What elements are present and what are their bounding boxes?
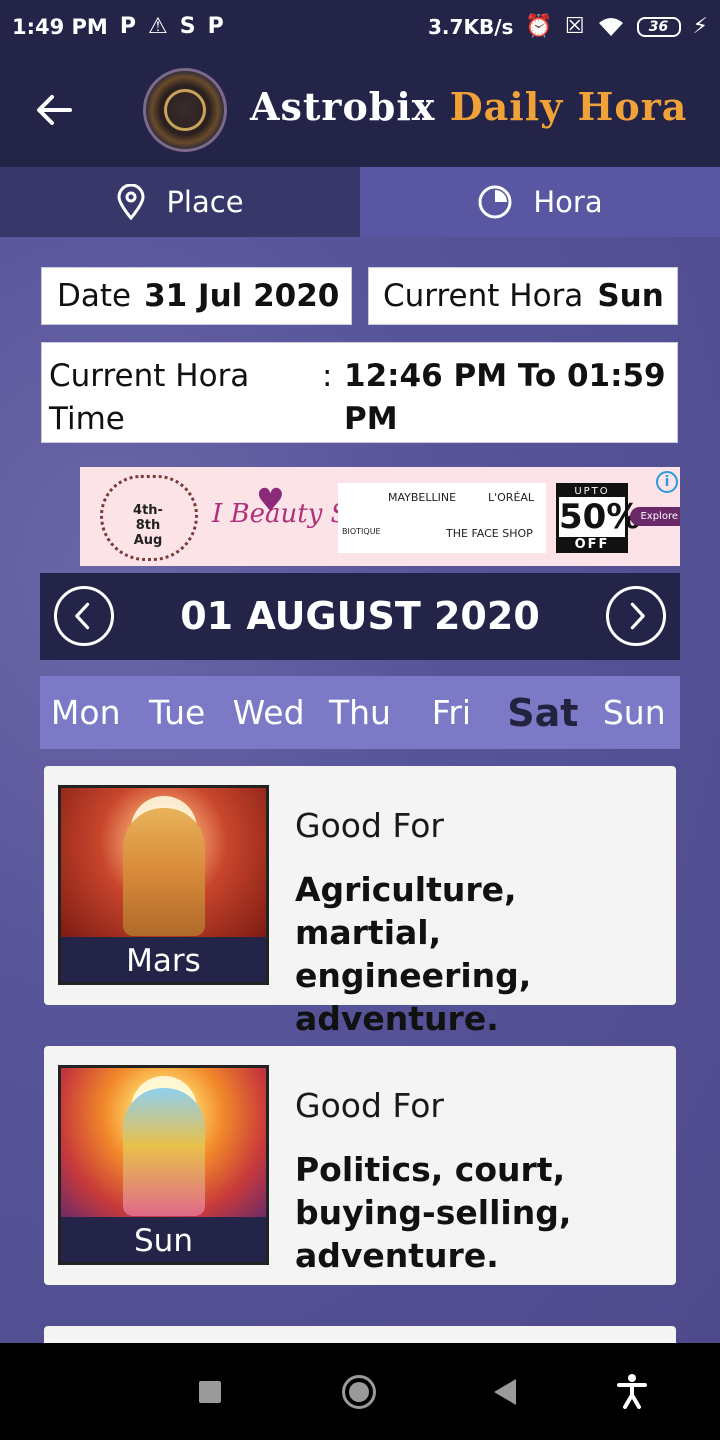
next-date-icon[interactable]: [606, 586, 666, 646]
sun-image: Sun: [58, 1065, 269, 1265]
charging-icon: ⚡: [692, 14, 708, 39]
tab-hora[interactable]: Hora: [360, 167, 720, 237]
planet-name: Sun: [61, 1217, 266, 1262]
good-for-description: Agriculture, martial, engineering, adven…: [295, 870, 532, 1038]
weekday-wed[interactable]: Wed: [223, 693, 314, 732]
current-hora-time-box: Current Hora Time : 12:46 PM To 01:59 PM: [41, 342, 678, 443]
status-bar: 1:49 PM P ⚠ S P 3.7KB/s ⏰ ☒ 36 ⚡: [0, 0, 720, 54]
ad-discount-badge: UPTO 50% OFF: [556, 483, 641, 553]
warning-icon: ⚠: [147, 14, 168, 39]
current-hora-label: Current Hora: [383, 278, 584, 314]
weekday-tue[interactable]: Tue: [131, 693, 222, 732]
alarm-icon: ⏰: [525, 14, 553, 39]
location-pin-icon: [117, 184, 145, 220]
skype-icon: S: [179, 14, 196, 39]
sun-deity-figure: [123, 1088, 205, 1216]
date-value: 31 Jul 2020: [144, 278, 340, 314]
ad-discount-prefix: UPTO: [559, 486, 625, 497]
date-navigator: 01 AUGUST 2020: [40, 573, 680, 660]
ad-brand-3: BIOTIQUE: [342, 527, 381, 536]
sim-off-icon: ☒: [564, 14, 585, 39]
back-arrow-icon[interactable]: [30, 90, 78, 130]
system-back-icon[interactable]: [494, 1379, 516, 1405]
tab-bar: Place Hora: [0, 167, 720, 237]
system-navigation-bar: [0, 1343, 720, 1440]
ad-discount-value: 50%: [559, 497, 641, 537]
ad-brand-2: L'ORÉAL: [488, 491, 535, 504]
logo-dial: [164, 89, 206, 131]
mars-image: Mars: [58, 785, 269, 985]
battery-icon: 36: [636, 17, 681, 37]
current-hora-value: Sun: [597, 278, 664, 314]
notification-p-icon-2: P: [207, 14, 224, 39]
app-title: Astrobix Daily Hora: [250, 84, 687, 129]
ad-info-icon[interactable]: i: [656, 471, 678, 493]
current-hora-box: Current Hora Sun: [368, 267, 678, 325]
ad-discount-suffix: OFF: [559, 537, 625, 552]
time-separator: :: [322, 358, 333, 394]
tab-place[interactable]: Place: [0, 167, 360, 237]
tab-place-label: Place: [166, 185, 244, 219]
ad-brand-grid: MAYBELLINE L'ORÉAL BIOTIQUE THE FACE SHO…: [338, 483, 546, 553]
notification-p-icon: P: [119, 14, 136, 39]
date-label: Date: [57, 278, 132, 314]
app-bar: Astrobix Daily Hora: [0, 54, 720, 167]
date-box: Date 31 Jul 2020: [41, 267, 352, 325]
status-time: 1:49 PM: [12, 15, 108, 39]
good-for-heading: Good For: [295, 806, 444, 845]
planet-name: Mars: [61, 937, 266, 982]
ad-brand-1: MAYBELLINE: [388, 491, 457, 504]
weekday-fri[interactable]: Fri: [406, 693, 497, 732]
hora-card-mars[interactable]: Mars Good For Agriculture, martial, engi…: [44, 766, 676, 1038]
brand-product: Daily Hora: [449, 84, 688, 129]
weekday-mon[interactable]: Mon: [40, 693, 131, 732]
current-hora-time-value: 12:46 PM To 01:59 PM: [344, 358, 666, 437]
ad-date-badge: 4th-8th Aug: [133, 503, 163, 548]
weekday-selector: Mon Tue Wed Thu Fri Sat Sun: [40, 676, 680, 749]
weekday-sun[interactable]: Sun: [589, 693, 680, 732]
app-logo-icon: [143, 68, 227, 152]
weekday-thu[interactable]: Thu: [314, 693, 405, 732]
current-hora-time-label: Current Hora Time: [49, 358, 250, 437]
accessibility-icon[interactable]: [616, 1373, 648, 1409]
good-for-description: Politics, court, buying-selling, adventu…: [295, 1150, 572, 1275]
hora-card-sun[interactable]: Sun Good For Politics, court, buying-sel…: [44, 1046, 676, 1285]
ad-brand-4: THE FACE SHOP: [446, 527, 533, 540]
mars-deity-figure: [123, 808, 205, 936]
weekday-sat-selected[interactable]: Sat: [497, 691, 588, 735]
good-for-heading: Good For: [295, 1086, 444, 1125]
home-icon[interactable]: [342, 1375, 376, 1409]
clock-pie-icon: [478, 185, 512, 219]
network-speed: 3.7KB/s: [428, 15, 514, 39]
recent-apps-icon[interactable]: [199, 1381, 221, 1403]
wifi-icon: [598, 18, 623, 36]
selected-date-title: 01 AUGUST 2020: [180, 594, 540, 638]
previous-date-icon[interactable]: [54, 586, 114, 646]
ad-explore-button[interactable]: Explore: [630, 507, 680, 526]
brand-name: Astrobix: [250, 84, 436, 129]
tab-hora-label: Hora: [533, 185, 603, 219]
ad-banner[interactable]: 4th-8th Aug ♥ I Beauty Sale MAYBELLINE L…: [80, 467, 680, 566]
battery-level: 36: [648, 19, 669, 35]
